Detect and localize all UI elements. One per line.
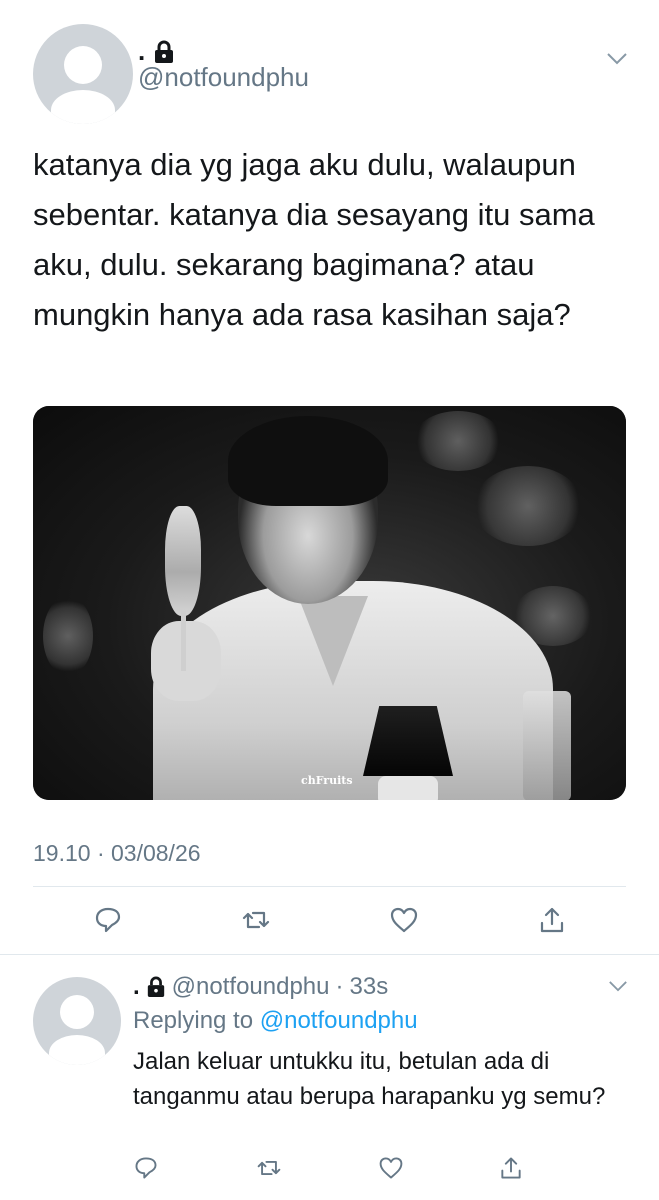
photo-flower <box>413 411 503 471</box>
share-icon[interactable] <box>498 1155 524 1181</box>
reply-text: Jalan keluar untukku itu, betulan ada di… <box>133 1048 606 1110</box>
replying-to-link[interactable]: @notfoundphu <box>260 1007 418 1034</box>
lock-icon <box>146 976 166 998</box>
photo-hair <box>228 416 388 506</box>
tweet-text: katanya dia yg jaga aku dulu, walaupun s… <box>33 147 595 332</box>
photo-glass-stem <box>181 611 186 671</box>
replying-to: Replying to @notfoundphu <box>133 1007 418 1035</box>
avatar-body-shape <box>49 1035 105 1065</box>
reply-icon[interactable] <box>133 1155 159 1181</box>
like-icon[interactable] <box>389 905 419 935</box>
chevron-down-icon[interactable] <box>606 52 628 66</box>
retweet-icon[interactable] <box>256 1155 282 1181</box>
chevron-down-icon[interactable] <box>608 980 628 993</box>
avatar-head-shape <box>64 46 102 84</box>
reply-display-name[interactable]: . <box>133 973 140 1001</box>
avatar-head-shape <box>60 995 94 1029</box>
like-icon[interactable] <box>378 1155 404 1181</box>
retweet-icon[interactable] <box>241 905 271 935</box>
photo-water-glass <box>523 691 571 800</box>
separator-dot: · <box>335 973 344 1000</box>
photo-flower <box>43 596 93 676</box>
photo-lamp-base <box>378 776 438 800</box>
reply-header: . @notfoundphu · 33s <box>133 973 388 1001</box>
avatar-body-shape <box>51 90 115 124</box>
share-icon[interactable] <box>537 905 567 935</box>
photo-champagne-glass <box>165 506 201 616</box>
tweet-timestamp[interactable]: 19.10 · 03/08/26 <box>33 840 201 867</box>
reply-avatar[interactable] <box>33 977 121 1065</box>
tweet-photo[interactable]: chFruits <box>33 406 626 800</box>
reply-time[interactable]: 33s <box>350 973 389 1001</box>
avatar[interactable] <box>33 24 133 124</box>
user-handle[interactable]: @notfoundphu <box>138 62 309 93</box>
photo-watermark: chFruits <box>301 774 353 787</box>
divider <box>33 886 626 887</box>
replying-prefix: Replying to <box>133 1007 254 1034</box>
lock-icon <box>153 40 175 64</box>
reply-icon[interactable] <box>93 905 123 935</box>
photo-hand <box>151 621 221 701</box>
divider <box>0 954 659 955</box>
photo-flower <box>473 466 583 546</box>
reply-handle[interactable]: @notfoundphu <box>172 973 330 1001</box>
